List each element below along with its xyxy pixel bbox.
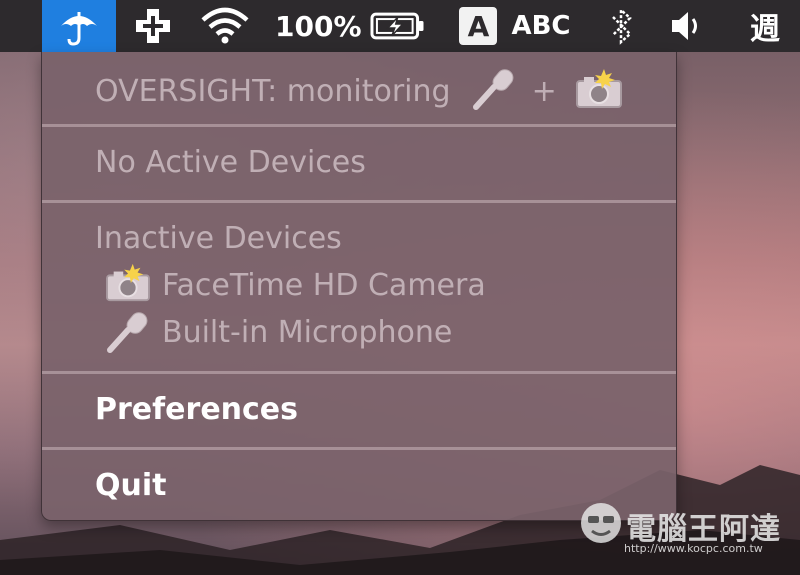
battery-charging-icon: [370, 12, 424, 40]
umbrella-icon: [61, 12, 97, 46]
first-aid-cross-icon: [136, 9, 170, 43]
input-source-label: ABC: [511, 11, 571, 41]
input-source-badge: A: [459, 7, 498, 45]
menu-separator: [42, 124, 676, 127]
site-watermark: 電腦王阿達 http://www.kocpc.com.tw: [578, 498, 788, 558]
bluetooth-icon: [612, 7, 632, 45]
bluetooth-menu-extra[interactable]: [600, 0, 644, 52]
menu-bar: 100% A ABC 週: [0, 0, 800, 52]
battery-menu-extra[interactable]: 100%: [275, 0, 425, 52]
microphone-icon: [473, 69, 514, 110]
wifi-menu-extra[interactable]: [195, 0, 255, 52]
input-source-menu-extra[interactable]: A ABC: [455, 0, 575, 52]
status-joiner: +: [531, 74, 557, 109]
clock-menu-extra[interactable]: 週: [750, 0, 800, 52]
oversight-menu-extra[interactable]: [42, 0, 116, 52]
first-aid-menu-extra[interactable]: [130, 0, 176, 52]
volume-icon: [672, 12, 697, 40]
menu-separator: [42, 447, 676, 450]
volume-menu-extra[interactable]: [665, 0, 711, 52]
mascot-face-icon: [581, 503, 621, 543]
watermark-url: http://www.kocpc.com.tw: [624, 542, 763, 555]
microphone-icon: [107, 312, 148, 353]
status-text: OVERSIGHT: monitoring: [95, 74, 451, 109]
menu-item-inactive-heading: Inactive Devices: [95, 221, 342, 256]
camera-icon: [106, 263, 150, 302]
menu-item-status: OVERSIGHT: monitoring +: [95, 67, 624, 111]
menu-item-preferences[interactable]: Preferences: [95, 392, 298, 427]
menu-separator: [42, 200, 676, 203]
battery-percent: 100%: [275, 9, 362, 43]
clock-fragment: 週: [750, 12, 780, 47]
inactive-device-microphone-label: Built-in Microphone: [162, 315, 453, 350]
inactive-device-camera-label: FaceTime HD Camera: [162, 268, 486, 303]
camera-icon: [576, 69, 623, 108]
menu-item-no-active-devices: No Active Devices: [95, 145, 366, 180]
menu-item-quit[interactable]: Quit: [95, 468, 166, 503]
oversight-dropdown-menu: OVERSIGHT: monitoring + No Active Device…: [41, 52, 677, 521]
wifi-icon: [201, 7, 249, 44]
menu-separator: [42, 371, 676, 374]
